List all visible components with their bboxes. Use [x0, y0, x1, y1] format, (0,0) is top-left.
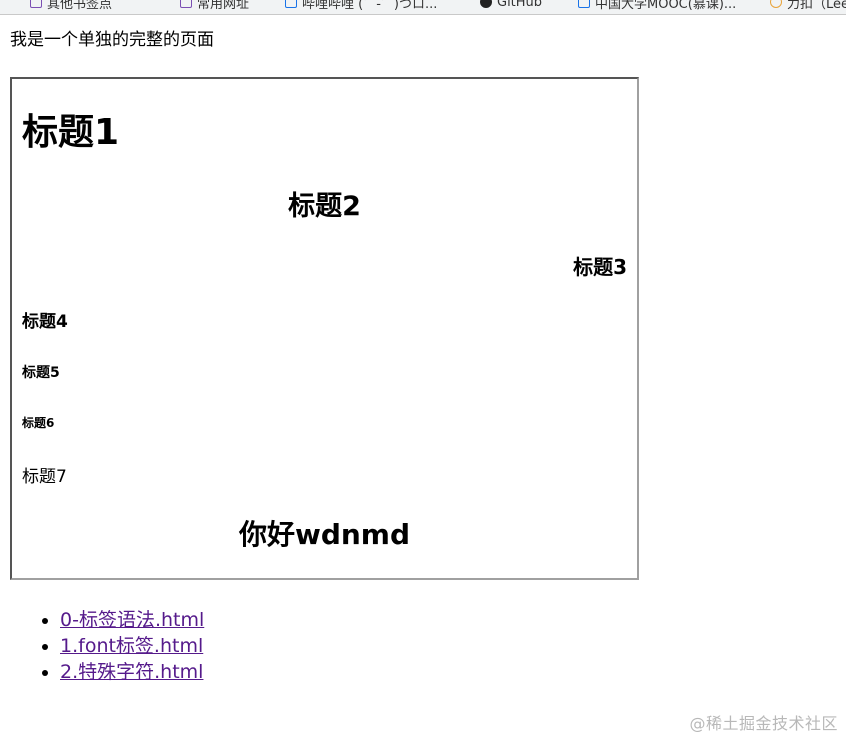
paragraph-7: 标题7 [22, 467, 67, 487]
link-tag-syntax[interactable]: 0-标签语法.html [60, 609, 204, 631]
heading-5: 标题5 [22, 365, 60, 381]
heading-4: 标题4 [22, 312, 68, 332]
watermark: @稀土掘金技术社区 [689, 714, 838, 733]
bookmark-item[interactable]: 哔哩哔哩 (゜-゜)つロ... [285, 0, 438, 12]
bookmark-item[interactable]: 常用网址 [180, 0, 250, 12]
folder-icon [180, 0, 192, 8]
hello-heading: 你好wdnmd [238, 518, 411, 551]
github-icon [480, 0, 492, 8]
bookmark-label: GitHub [497, 0, 543, 10]
bookmark-label: 力扣（LeetCode） [787, 0, 846, 12]
bookmark-item[interactable]: 中国大学MOOC(慕课)... [578, 0, 737, 12]
heading-3: 标题3 [573, 255, 627, 279]
bookmark-item[interactable]: GitHub [480, 0, 542, 11]
bilibili-icon [285, 0, 297, 8]
bookmark-item[interactable]: 其他书签点 [30, 0, 113, 12]
leetcode-icon [770, 0, 782, 8]
link-special-chars[interactable]: 2.特殊字符.html [60, 661, 203, 683]
bookmark-label: 哔哩哔哩 (゜-゜)つロ... [302, 0, 438, 12]
bookmark-label: 中国大学MOOC(慕课)... [595, 0, 737, 12]
list-item: 2.特殊字符.html [60, 659, 204, 685]
list-item: 1.font标签.html [60, 633, 204, 659]
bookmark-label: 常用网址 [197, 0, 250, 12]
mooc-icon [578, 0, 590, 8]
page: 其他书签点 常用网址 哔哩哔哩 (゜-゜)つロ... GitHub 中国大学MO… [0, 0, 846, 737]
heading-6: 标题6 [22, 416, 55, 430]
bookmark-label: 其他书签点 [47, 0, 113, 12]
intro-text: 我是一个单独的完整的页面 [10, 30, 214, 50]
folder-icon [30, 0, 42, 8]
iframe-frame: 标题1 标题2 标题3 标题4 标题5 标题6 标题7 你好wdnmd [10, 77, 639, 580]
heading-1: 标题1 [22, 112, 120, 153]
bookmark-item[interactable]: 力扣（LeetCode） [770, 0, 846, 12]
link-list: 0-标签语法.html 1.font标签.html 2.特殊字符.html [42, 607, 204, 685]
heading-2: 标题2 [288, 191, 361, 222]
link-font-tag[interactable]: 1.font标签.html [60, 635, 203, 657]
bookmarks-bar: 其他书签点 常用网址 哔哩哔哩 (゜-゜)つロ... GitHub 中国大学MO… [0, 0, 846, 15]
list-item: 0-标签语法.html [60, 607, 204, 633]
